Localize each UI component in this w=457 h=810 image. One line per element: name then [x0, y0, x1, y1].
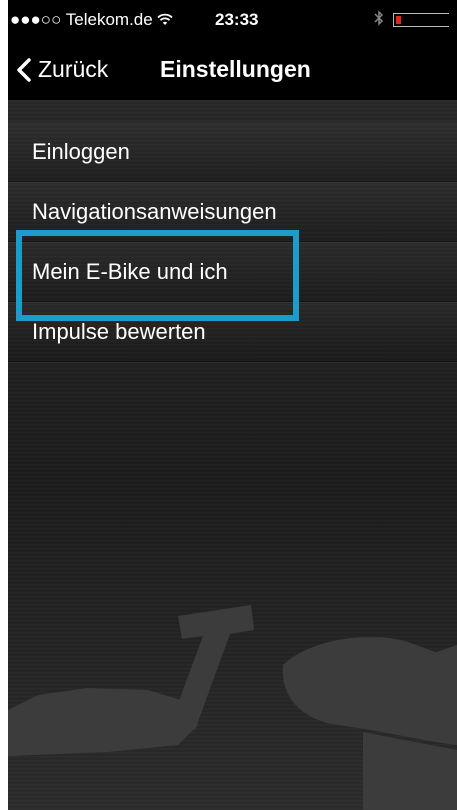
wifi-icon [157, 10, 174, 29]
menu-item-label: Impulse bewerten [32, 318, 206, 344]
settings-menu: Einloggen Navigationsanweisungen Mein E-… [8, 100, 457, 362]
menu-item-impulse-bewerten[interactable]: Impulse bewerten [8, 302, 457, 362]
bluetooth-icon [374, 9, 384, 32]
clock: 23:33 [215, 10, 259, 29]
battery-level [396, 16, 401, 24]
carrier-name: Telekom.de [65, 10, 153, 29]
back-label: Zurück [38, 56, 109, 82]
background-tools-illustration [8, 605, 457, 810]
carrier-info: ●●●○○ Telekom.de [10, 10, 174, 30]
menu-item-einloggen[interactable]: Einloggen [8, 122, 457, 182]
navigation-bar: Zurück Einstellungen [8, 40, 457, 100]
status-bar: ●●●○○ Telekom.de 23:33 [8, 0, 457, 40]
back-button[interactable]: Zurück [16, 56, 108, 83]
menu-item-navigationsanweisungen[interactable]: Navigationsanweisungen [8, 182, 457, 242]
signal-strength: ●●●○○ [10, 10, 62, 29]
menu-item-label: Navigationsanweisungen [32, 198, 277, 224]
phone-screen: ●●●○○ Telekom.de 23:33 Zurück Einstellun… [8, 0, 457, 810]
menu-item-mein-e-bike[interactable]: Mein E-Bike und ich [8, 242, 457, 302]
menu-item-label: Einloggen [32, 138, 130, 164]
chevron-left-icon [17, 57, 31, 82]
menu-item-label: Mein E-Bike und ich [32, 258, 228, 284]
page-title: Einstellungen [160, 56, 311, 82]
battery-icon [393, 13, 449, 27]
